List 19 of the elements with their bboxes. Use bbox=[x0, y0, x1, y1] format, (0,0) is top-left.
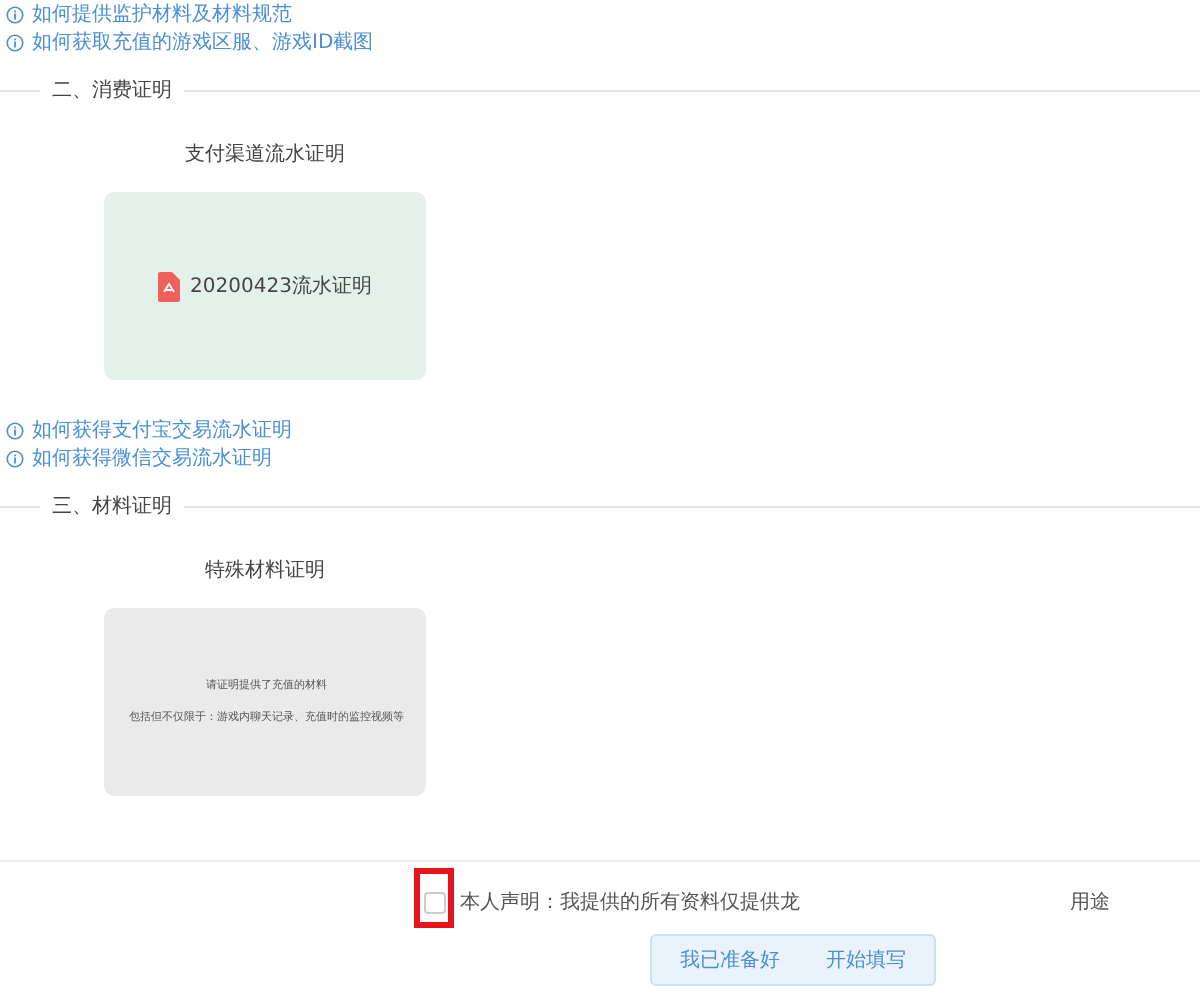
help-link[interactable]: 如何获取充值的游戏区服、游戏ID截图 bbox=[0, 28, 1200, 56]
info-icon bbox=[6, 421, 24, 439]
start-button[interactable]: 我已准备好 开始填写 bbox=[650, 934, 936, 986]
info-icon bbox=[6, 5, 24, 23]
upload-card[interactable]: 20200423流水证明 bbox=[104, 192, 426, 380]
file-name: 20200423流水证明 bbox=[190, 273, 372, 300]
checkbox[interactable] bbox=[424, 891, 446, 913]
section-title: 三、材料证明 bbox=[50, 493, 174, 520]
info-icon bbox=[6, 33, 24, 51]
help-link[interactable]: 如何获得微信交易流水证明 bbox=[0, 444, 1200, 472]
pdf-icon bbox=[158, 271, 181, 301]
card-title: 特殊材料证明 bbox=[203, 557, 327, 584]
section-title: 二、消费证明 bbox=[50, 77, 174, 104]
declaration-text: 本人声明：我提供的所有资料仅提供龙 bbox=[460, 889, 800, 916]
help-link[interactable]: 如何获得支付宝交易流水证明 bbox=[0, 416, 1200, 444]
card-title: 支付渠道流水证明 bbox=[183, 141, 347, 168]
declaration-text: 用途 bbox=[1070, 890, 1110, 916]
help-link[interactable]: 如何提供监护材料及材料规范 bbox=[0, 0, 1200, 28]
info-icon bbox=[6, 449, 24, 467]
